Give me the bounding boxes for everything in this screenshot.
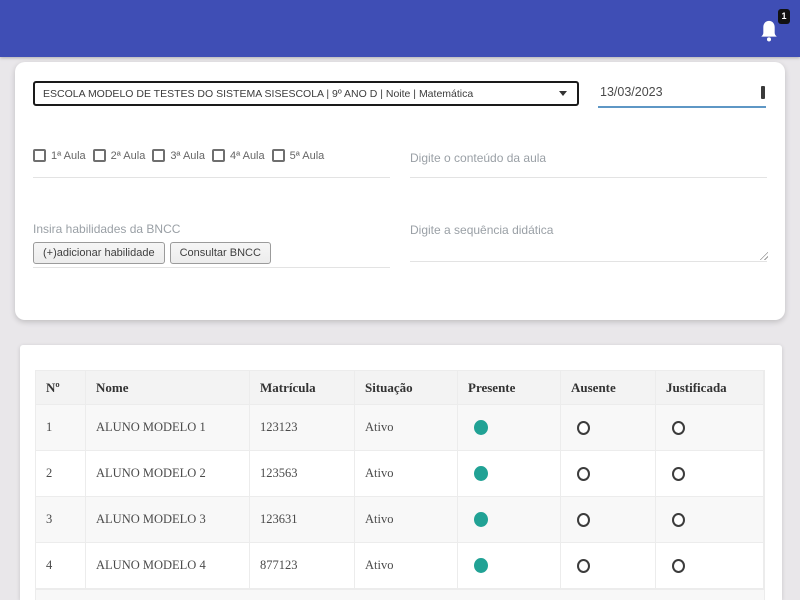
sequence-underline <box>410 261 767 262</box>
lesson-label: 3ª Aula <box>170 150 205 162</box>
cell-situacao: Ativo <box>355 543 458 589</box>
cell-matricula: 123563 <box>250 451 355 497</box>
content-underline <box>410 177 767 178</box>
justificada-radio[interactable] <box>672 559 685 573</box>
cell-name: ALUNO MODELO 1 <box>86 405 250 451</box>
ausente-radio[interactable] <box>577 421 590 435</box>
textarea-resize-handle[interactable] <box>759 251 768 260</box>
lesson-checkbox-4[interactable]: 4ª Aula <box>212 149 265 162</box>
app-header: 1 <box>0 0 800 57</box>
lessons-checkbox-row: 1ª Aula 2ª Aula 3ª Aula 4ª Aula 5ª Aula <box>33 149 331 162</box>
cell-situacao: Ativo <box>355 405 458 451</box>
ausente-radio[interactable] <box>577 513 590 527</box>
lesson-label: 5ª Aula <box>290 150 325 162</box>
lesson-checkbox-2[interactable]: 2ª Aula <box>93 149 146 162</box>
cell-num: 3 <box>36 497 86 543</box>
lesson-checkbox-3[interactable]: 3ª Aula <box>152 149 205 162</box>
presente-radio[interactable] <box>474 558 488 573</box>
lesson-form-card: ESCOLA MODELO DE TESTES DO SISTEMA SISES… <box>15 62 785 320</box>
notification-badge: 1 <box>778 9 790 24</box>
justificada-radio[interactable] <box>672 467 685 481</box>
cell-name: ALUNO MODELO 2 <box>86 451 250 497</box>
bncc-underline <box>33 267 390 268</box>
lesson-content-input[interactable] <box>410 148 760 168</box>
cell-matricula: 123631 <box>250 497 355 543</box>
bncc-skills-label: Insira habilidades da BNCC <box>33 222 180 236</box>
lesson-checkbox-5[interactable]: 5ª Aula <box>272 149 325 162</box>
lesson-label: 1ª Aula <box>51 150 86 162</box>
bncc-buttons-row: (+)adicionar habilidade Consultar BNCC <box>33 242 276 264</box>
chevron-down-icon <box>559 91 567 96</box>
lesson-checkbox-1[interactable]: 1ª Aula <box>33 149 86 162</box>
column-header-justificada: Justificada <box>656 371 764 405</box>
notifications-button[interactable]: 1 <box>758 18 786 48</box>
cell-num: 4 <box>36 543 86 589</box>
cell-name: ALUNO MODELO 4 <box>86 543 250 589</box>
calendar-icon[interactable] <box>761 86 765 99</box>
cell-matricula: 123123 <box>250 405 355 451</box>
presente-radio[interactable] <box>474 512 488 527</box>
class-select-value: ESCOLA MODELO DE TESTES DO SISTEMA SISES… <box>35 88 559 100</box>
cell-num: 2 <box>36 451 86 497</box>
didactic-sequence-input[interactable] <box>410 220 760 240</box>
table-row: 1 ALUNO MODELO 1 123123 Ativo <box>36 405 764 451</box>
lesson-label: 4ª Aula <box>230 150 265 162</box>
ausente-radio[interactable] <box>577 467 590 481</box>
table-row-partial <box>36 589 764 600</box>
cell-name: ALUNO MODELO 3 <box>86 497 250 543</box>
cell-matricula: 877123 <box>250 543 355 589</box>
column-header-nome: Nome <box>86 371 250 405</box>
column-header-ausente: Ausente <box>561 371 656 405</box>
table-header-row: Nº Nome Matrícula Situação Presente Ause… <box>36 371 764 405</box>
checkbox-icon[interactable] <box>272 149 285 162</box>
justificada-radio[interactable] <box>672 513 685 527</box>
table-row: 3 ALUNO MODELO 3 123631 Ativo <box>36 497 764 543</box>
checkbox-icon[interactable] <box>152 149 165 162</box>
checkbox-icon[interactable] <box>33 149 46 162</box>
checkbox-icon[interactable] <box>93 149 106 162</box>
attendance-table: Nº Nome Matrícula Situação Presente Ause… <box>35 370 765 600</box>
table-row: 4 ALUNO MODELO 4 877123 Ativo <box>36 543 764 589</box>
column-header-situacao: Situação <box>355 371 458 405</box>
column-header-matricula: Matrícula <box>250 371 355 405</box>
consult-bncc-button[interactable]: Consultar BNCC <box>170 242 271 264</box>
date-input[interactable] <box>598 85 761 99</box>
date-field[interactable] <box>598 78 766 108</box>
table-row: 2 ALUNO MODELO 2 123563 Ativo <box>36 451 764 497</box>
lessons-underline <box>33 177 390 178</box>
justificada-radio[interactable] <box>672 421 685 435</box>
class-select[interactable]: ESCOLA MODELO DE TESTES DO SISTEMA SISES… <box>33 81 579 106</box>
add-skill-button[interactable]: (+)adicionar habilidade <box>33 242 165 264</box>
bell-icon <box>758 18 780 44</box>
presente-radio[interactable] <box>474 466 488 481</box>
ausente-radio[interactable] <box>577 559 590 573</box>
cell-situacao: Ativo <box>355 451 458 497</box>
column-header-num: Nº <box>36 371 86 405</box>
checkbox-icon[interactable] <box>212 149 225 162</box>
cell-num: 1 <box>36 405 86 451</box>
attendance-card: Nº Nome Matrícula Situação Presente Ause… <box>20 345 782 600</box>
lesson-label: 2ª Aula <box>111 150 146 162</box>
cell-situacao: Ativo <box>355 497 458 543</box>
presente-radio[interactable] <box>474 420 488 435</box>
column-header-presente: Presente <box>458 371 561 405</box>
